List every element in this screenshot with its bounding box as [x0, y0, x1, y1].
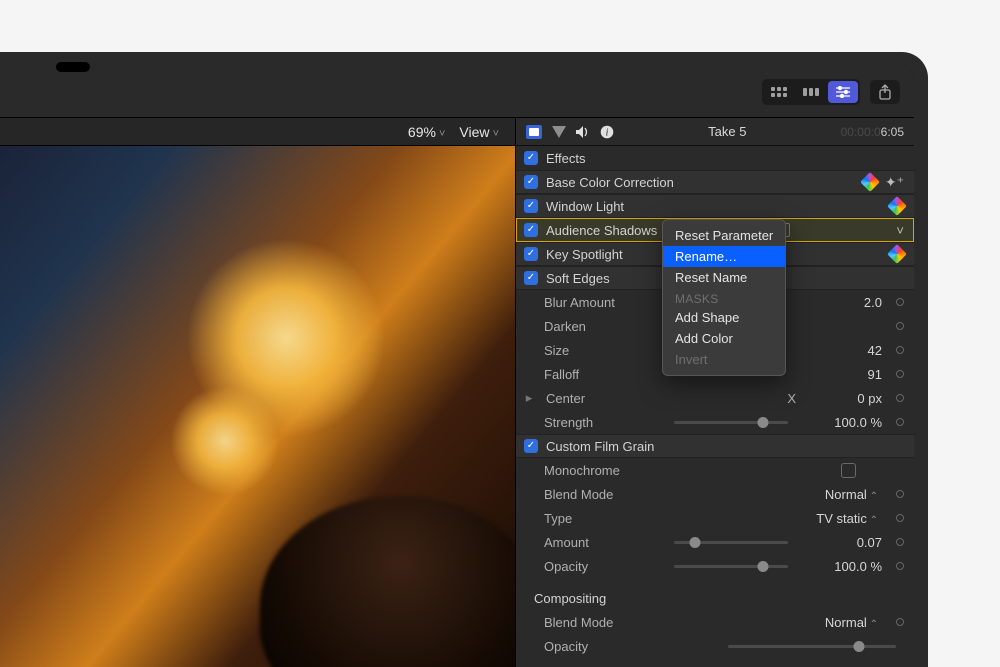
checkbox-on-icon[interactable]: ✓ [524, 175, 538, 189]
checkbox-off-icon[interactable] [841, 463, 856, 478]
viewer-canvas[interactable] [0, 146, 515, 667]
checkbox-on-icon[interactable]: ✓ [524, 247, 538, 261]
device-frame: 69% View [0, 52, 928, 667]
effect-label: Window Light [546, 199, 882, 214]
viewer-controls-bar: 69% View [0, 118, 515, 146]
param-value[interactable]: 0.07 [804, 535, 882, 550]
param-grain-type: Type TV static [516, 506, 914, 530]
magic-wand-icon[interactable]: ✦⁺ [885, 174, 904, 191]
camera-notch [56, 62, 90, 72]
param-comp-opacity: Opacity [516, 634, 914, 658]
main-split: 69% View [0, 118, 914, 667]
video-tab-icon[interactable] [526, 125, 542, 139]
checkbox-on-icon[interactable]: ✓ [524, 439, 538, 453]
param-value[interactable]: 2.0 [804, 295, 882, 310]
audio-tab-icon[interactable] [576, 126, 590, 138]
top-toolbar [0, 66, 914, 118]
clip-title: Take 5 [624, 124, 831, 139]
reset-icon[interactable] [896, 418, 904, 426]
effects-section-header: ✓ Effects [516, 146, 914, 170]
inspector-body: ✓ Effects ✓ Base Color Correction ✦⁺ ✓ W… [516, 146, 914, 667]
grain-type-select[interactable]: TV static [715, 511, 882, 526]
viewer-panel: 69% View [0, 118, 516, 667]
clip-header: i Take 5 00:00:06:05 [516, 118, 914, 146]
reset-icon[interactable] [896, 322, 904, 330]
param-grain-opacity: Opacity 100.0 % [516, 554, 914, 578]
color-wheel-icon[interactable] [887, 196, 907, 216]
param-value[interactable]: 42 [804, 343, 882, 358]
blend-mode-select[interactable]: Normal [715, 487, 882, 502]
menu-item-reset-name[interactable]: Reset Name [663, 267, 785, 288]
menu-item-add-shape[interactable]: Add Shape [663, 307, 785, 328]
reset-icon[interactable] [896, 562, 904, 570]
slider[interactable] [674, 421, 788, 424]
checkbox-on-icon[interactable]: ✓ [524, 223, 538, 237]
param-value[interactable]: 91 [804, 367, 882, 382]
color-wheel-icon[interactable] [860, 172, 880, 192]
chevron-down-icon[interactable]: ˅ [896, 223, 904, 238]
view-dropdown[interactable]: View [459, 124, 499, 140]
effect-row-window-light[interactable]: ✓ Window Light [516, 194, 914, 218]
filter-icon[interactable] [552, 126, 566, 138]
reset-icon[interactable] [896, 394, 904, 402]
param-grain-blend-mode: Blend Mode Normal [516, 482, 914, 506]
param-value[interactable]: 100.0 % [804, 415, 882, 430]
slider[interactable] [674, 541, 788, 544]
disclosure-triangle-icon[interactable]: ▸ [524, 390, 534, 406]
reset-icon[interactable] [896, 490, 904, 498]
info-tab-icon[interactable]: i [600, 125, 614, 139]
param-value[interactable]: 0 px [804, 391, 882, 406]
app-window: 69% View [0, 66, 914, 667]
layout-clips-button[interactable] [764, 81, 794, 103]
param-monochrome: Monochrome [516, 458, 914, 482]
effect-row-base-color-correction[interactable]: ✓ Base Color Correction ✦⁺ [516, 170, 914, 194]
reset-icon[interactable] [896, 618, 904, 626]
clip-timecode: 00:00:06:05 [841, 125, 904, 139]
comp-blend-mode-select[interactable]: Normal [715, 615, 882, 630]
preview-image [170, 386, 280, 496]
slider[interactable] [674, 565, 788, 568]
reset-icon[interactable] [896, 298, 904, 306]
axis-label: X [776, 391, 796, 406]
checkbox-on-icon[interactable]: ✓ [524, 271, 538, 285]
svg-text:i: i [606, 127, 609, 138]
effect-label: Base Color Correction [546, 175, 855, 190]
reset-icon[interactable] [896, 538, 904, 546]
layout-filmstrip-button[interactable] [796, 81, 826, 103]
effect-row-custom-film-grain[interactable]: ✓ Custom Film Grain [516, 434, 914, 458]
reset-icon[interactable] [896, 370, 904, 378]
layout-toggle-group [762, 79, 860, 105]
param-center: ▸ Center X 0 px [516, 386, 914, 410]
inspector-panel: i Take 5 00:00:06:05 ✓ Effects [516, 118, 914, 667]
compositing-section-header: Compositing [516, 586, 914, 610]
menu-item-invert: Invert [663, 349, 785, 370]
param-grain-amount: Amount 0.07 [516, 530, 914, 554]
menu-section-masks: MASKS [663, 288, 785, 307]
share-button[interactable] [870, 80, 900, 104]
menu-item-add-color[interactable]: Add Color [663, 328, 785, 349]
effect-context-menu: Reset Parameter Rename… Reset Name MASKS… [662, 219, 786, 376]
menu-item-rename[interactable]: Rename… [663, 246, 785, 267]
slider[interactable] [728, 645, 896, 648]
reset-icon[interactable] [896, 514, 904, 522]
color-wheel-icon[interactable] [887, 244, 907, 264]
reset-icon[interactable] [896, 346, 904, 354]
effect-label: Custom Film Grain [546, 439, 904, 454]
param-comp-blend-mode: Blend Mode Normal [516, 610, 914, 634]
inspector-toggle-button[interactable] [828, 81, 858, 103]
param-value[interactable]: 100.0 % [804, 559, 882, 574]
zoom-dropdown[interactable]: 69% [408, 124, 446, 140]
menu-item-reset-parameter[interactable]: Reset Parameter [663, 225, 785, 246]
checkbox-on-icon[interactable]: ✓ [524, 151, 538, 165]
preview-image [260, 496, 515, 667]
param-strength: Strength 100.0 % [516, 410, 914, 434]
checkbox-on-icon[interactable]: ✓ [524, 199, 538, 213]
